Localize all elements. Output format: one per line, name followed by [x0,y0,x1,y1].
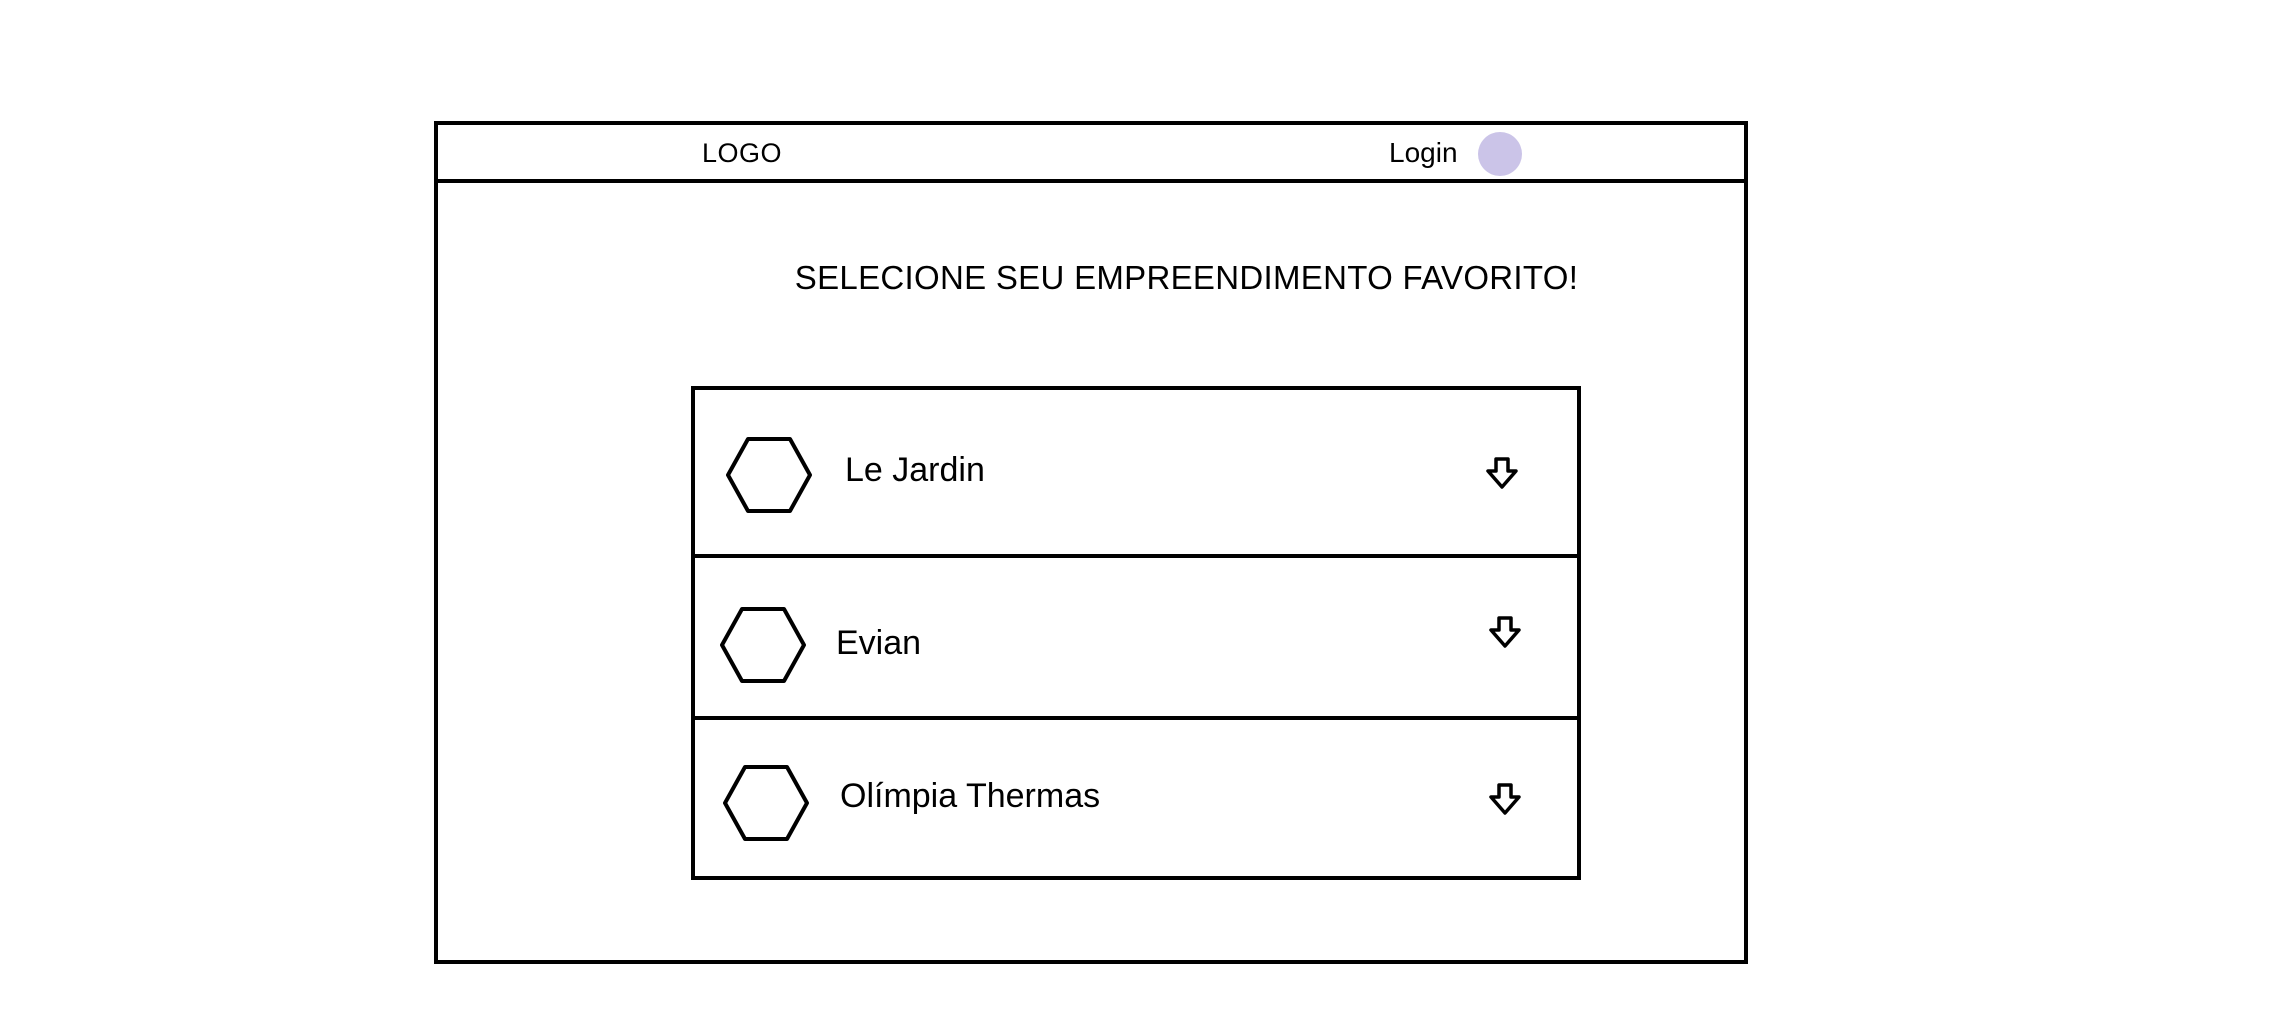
login-link[interactable]: Login [1389,138,1458,168]
avatar[interactable] [1478,132,1522,176]
arrow-down-icon[interactable] [1488,615,1522,649]
arrow-down-icon[interactable] [1485,456,1519,490]
list-item-le-jardin[interactable]: Le Jardin [695,390,1577,554]
logo[interactable]: LOGO [702,138,782,168]
page-title: SELECIONE SEU EMPREENDIMENTO FAVORITO! [794,259,1579,296]
list-item-olimpia-thermas[interactable]: Olímpia Thermas [695,716,1577,876]
list-item-label: Le Jardin [845,451,985,489]
hexagon-icon [726,437,812,513]
development-list: Le Jardin Evian Olímpia Thermas [691,386,1581,880]
app-frame: LOGO Login SELECIONE SEU EMPREENDIMENTO … [434,121,1748,964]
list-item-evian[interactable]: Evian [695,554,1577,716]
hexagon-icon [723,765,809,841]
list-item-label: Evian [836,624,922,662]
hexagon-icon [720,607,806,683]
arrow-down-icon[interactable] [1488,782,1522,816]
list-item-label: Olímpia Thermas [840,777,1101,815]
top-bar: LOGO Login [438,125,1744,183]
